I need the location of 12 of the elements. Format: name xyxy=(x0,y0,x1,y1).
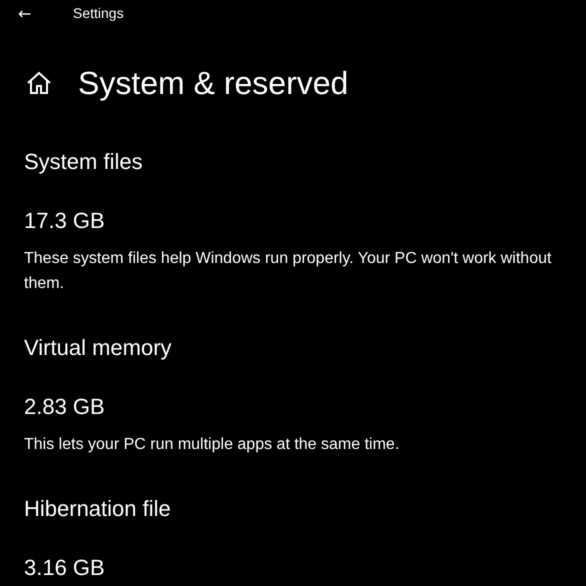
section-heading: Hibernation file xyxy=(24,495,172,523)
app-title: Settings xyxy=(73,5,124,21)
section-heading: System files xyxy=(24,148,144,176)
section-heading: Virtual memory xyxy=(24,334,173,362)
storage-size: 3.16 GB xyxy=(24,554,106,582)
section-description: These system files help Windows run properly. Your PC won't work without them. xyxy=(24,249,552,294)
page-title: System & reserved xyxy=(78,64,348,103)
back-button[interactable]: ← xyxy=(18,4,48,22)
section-description: This lets your PC run multiple apps at the same time. xyxy=(24,435,400,455)
storage-size: 17.3 GB xyxy=(24,207,106,235)
storage-size: 2.83 GB xyxy=(24,393,106,421)
home-icon[interactable] xyxy=(26,70,52,96)
